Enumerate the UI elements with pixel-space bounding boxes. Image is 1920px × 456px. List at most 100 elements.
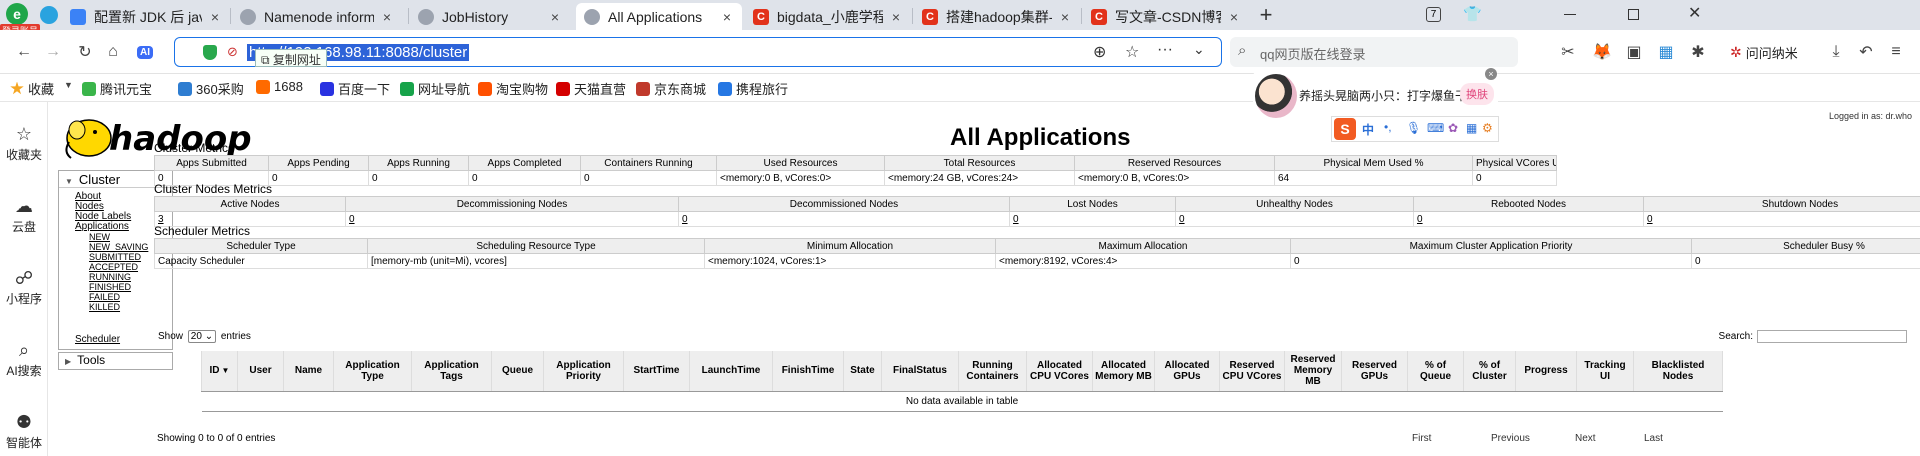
bookmark-8[interactable]: 天猫直营 — [556, 79, 626, 98]
column-header[interactable]: Application Priority — [543, 351, 624, 392]
metrics-value-link[interactable]: 0 — [349, 214, 355, 225]
column-header[interactable]: LaunchTime — [689, 351, 773, 392]
bookmark-10[interactable]: 携程旅行 — [718, 79, 788, 98]
ai-icon[interactable]: AI — [133, 40, 157, 64]
page-size-select[interactable]: 20 ⌄ — [187, 330, 217, 343]
tab-7[interactable]: C 写文章-CSDN博客 × — [1083, 3, 1249, 30]
input-method-toolbar[interactable]: S 中 •, 🎙 ⌨ ✿ ▦ ⚙ — [1331, 116, 1499, 142]
nav-link-failed[interactable]: FAILED — [89, 292, 120, 302]
address-bar[interactable]: ⊘ http://192.168.98.11:8088/cluster ⊕ ☆ … — [174, 37, 1222, 67]
minimize-icon[interactable] — [1564, 14, 1576, 15]
menu-icon[interactable]: ≡ — [1884, 40, 1908, 64]
metrics-value-link[interactable]: 3 — [158, 214, 164, 225]
metrics-value-link[interactable]: 0 — [1647, 214, 1653, 225]
apps-grid-icon[interactable]: ▦ — [1466, 121, 1477, 135]
nav-link-applications[interactable]: Applications — [75, 221, 129, 232]
extensions-icon[interactable]: ✱ — [1686, 40, 1710, 64]
column-header[interactable]: ID ▼ — [201, 351, 238, 392]
sidebar-item-5[interactable]: ⚉ 智能体 — [0, 410, 48, 451]
search-box[interactable]: ⌕ qq网页版在线登录 — [1230, 37, 1518, 67]
column-header[interactable]: % of Queue — [1407, 351, 1464, 392]
bookmark-2[interactable]: 腾讯元宝 — [82, 79, 152, 98]
toolbox-icon[interactable]: ⚙ — [1482, 121, 1493, 135]
download-icon[interactable]: ⤓ — [1824, 40, 1848, 64]
undo-icon[interactable]: ↶ — [1854, 40, 1878, 64]
column-header[interactable]: Progress — [1515, 351, 1577, 392]
nav-link-finished[interactable]: FINISHED — [89, 282, 131, 292]
back-icon[interactable]: ← — [12, 40, 36, 64]
column-header[interactable]: StartTime — [623, 351, 690, 392]
column-header[interactable]: FinalStatus — [881, 351, 959, 392]
column-header[interactable]: FinishTime — [772, 351, 844, 392]
nav-link-running[interactable]: RUNNING — [89, 272, 131, 282]
skin-button[interactable]: 换肤 — [1460, 83, 1494, 105]
table-search-input[interactable] — [1757, 330, 1907, 343]
nav-link-scheduler[interactable]: Scheduler — [75, 334, 120, 345]
column-header[interactable]: Running Containers — [958, 351, 1027, 392]
tab-3[interactable]: JobHistory × — [410, 3, 570, 30]
column-header[interactable]: Queue — [491, 351, 544, 392]
reload-icon[interactable]: ↻ — [73, 40, 97, 64]
sidebar-item-2[interactable]: ☁ 云盘 — [0, 194, 48, 235]
bookmark-5[interactable]: 百度一下 — [320, 79, 390, 98]
close-tab-icon[interactable]: × — [1227, 9, 1241, 25]
no-tracking-icon[interactable]: ⊘ — [227, 44, 238, 60]
cut-icon[interactable]: ✂ — [1556, 40, 1580, 64]
mic-icon[interactable]: 🎙 — [1406, 121, 1421, 135]
keyboard-icon[interactable]: ⌨ — [1427, 121, 1444, 135]
pager-first[interactable]: First — [1412, 433, 1467, 444]
new-tab-button[interactable]: + — [1254, 2, 1278, 28]
bookmark-1[interactable]: 收藏 — [10, 79, 54, 98]
bookmark-9[interactable]: 京东商城 — [636, 79, 706, 98]
maximize-icon[interactable] — [1628, 9, 1639, 20]
column-header[interactable]: State — [843, 351, 882, 392]
close-icon[interactable]: × — [1485, 68, 1497, 80]
more-icon[interactable]: ··· — [1157, 41, 1173, 59]
reader-icon[interactable]: ▣ — [1622, 40, 1646, 64]
metrics-value-link[interactable]: 0 — [1417, 214, 1423, 225]
floating-card[interactable]: 养摇头晃脑两小只：打字爆鱼干 换肤 × — [1253, 68, 1498, 122]
close-tab-icon[interactable]: × — [720, 9, 734, 25]
user-button[interactable]: ✲ 问问纳米 — [1730, 43, 1798, 62]
metrics-value-link[interactable]: 0 — [682, 214, 688, 225]
close-tab-icon[interactable]: × — [380, 9, 394, 25]
column-header[interactable]: User — [237, 351, 284, 392]
pager-next[interactable]: Next — [1575, 433, 1620, 444]
column-header[interactable]: Allocated Memory MB — [1092, 351, 1155, 392]
column-header[interactable]: Reserved CPU VCores — [1219, 351, 1285, 392]
sidebar-item-4[interactable]: ⌕ AI搜索 — [0, 338, 48, 379]
column-header[interactable]: Reserved Memory MB — [1284, 351, 1342, 392]
zoom-icon[interactable]: ⊕ — [1093, 42, 1106, 62]
shirt-icon[interactable]: 👕 — [1463, 5, 1482, 23]
tab-6[interactable]: C 搭建hadoop集群-CSDN博客 × — [914, 3, 1080, 30]
close-tab-icon[interactable]: × — [208, 9, 222, 25]
bookmark-6[interactable]: 网址导航 — [400, 79, 470, 98]
bookmark-7[interactable]: 淘宝购物 — [478, 79, 548, 98]
column-header[interactable]: Allocated CPU VCores — [1026, 351, 1093, 392]
nav-link-new[interactable]: NEW — [89, 232, 110, 242]
pager-previous[interactable]: Previous — [1491, 433, 1551, 444]
browser-logo-icon[interactable]: e — [6, 3, 28, 25]
bookmark-star-icon[interactable]: ☆ — [1125, 42, 1139, 62]
pager-last[interactable]: Last — [1644, 433, 1674, 444]
tab-1[interactable]: 配置新 JDK 后 java -versio × — [62, 3, 230, 30]
tab-counter-icon[interactable]: 7 — [1426, 7, 1441, 22]
telegram-icon[interactable] — [40, 6, 58, 24]
nav-link-killed[interactable]: KILLED — [89, 302, 120, 312]
bookmark-4[interactable]: 1688 — [256, 79, 303, 94]
tab-5[interactable]: Cbigdata_小鹿学程序的博客 × — [745, 3, 911, 30]
column-header[interactable]: Reserved GPUs — [1341, 351, 1408, 392]
column-header[interactable]: Tracking UI — [1576, 351, 1634, 392]
tab-4[interactable]: All Applications × — [576, 3, 742, 30]
nav-link-submitted[interactable]: SUBMITTED — [89, 252, 141, 262]
nav-link-accepted[interactable]: ACCEPTED — [89, 262, 138, 272]
metrics-value-link[interactable]: 0 — [1179, 214, 1185, 225]
copy-url-tooltip[interactable]: ⧉ 复制网址 — [255, 49, 327, 67]
skin-icon[interactable]: ✿ — [1448, 121, 1458, 135]
punctuation-icon[interactable]: •, — [1384, 120, 1392, 134]
column-header[interactable]: Allocated GPUs — [1154, 351, 1220, 392]
image-icon[interactable]: ▦ — [1654, 40, 1678, 64]
chinese-mode-icon[interactable]: 中 — [1362, 121, 1374, 138]
nav-link-new-saving[interactable]: NEW_SAVING — [89, 242, 148, 252]
home-icon[interactable]: ⌂ — [101, 40, 125, 64]
